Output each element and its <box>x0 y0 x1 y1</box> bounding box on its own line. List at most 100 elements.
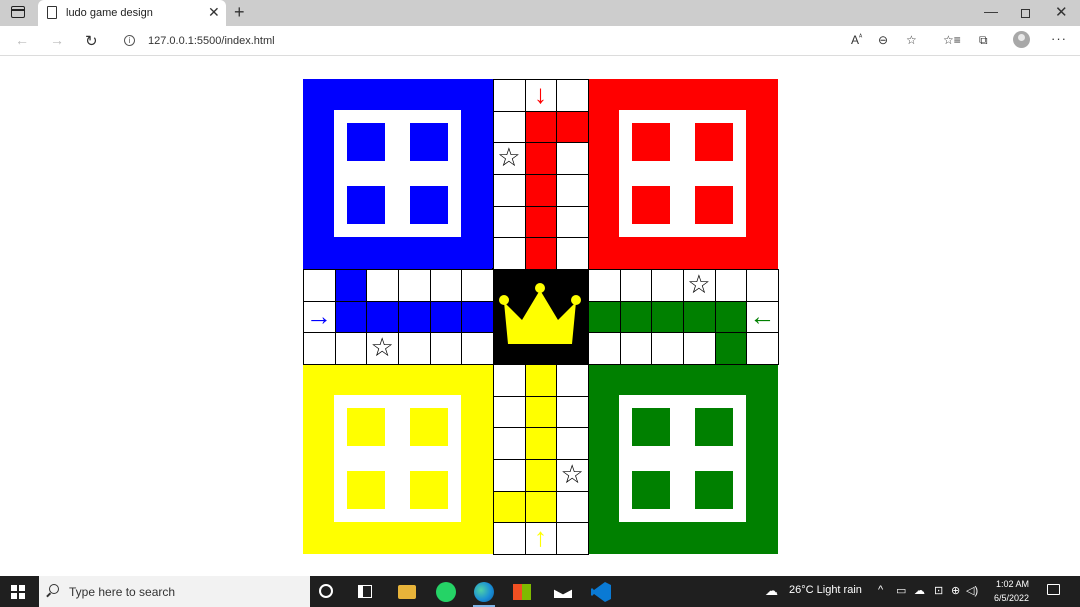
board-cell[interactable] <box>651 300 685 334</box>
red-token[interactable] <box>695 123 733 161</box>
board-cell[interactable] <box>493 110 526 144</box>
board-cell[interactable] <box>524 205 558 239</box>
clock-time[interactable]: 1:02 AM <box>996 579 1029 589</box>
blue-token[interactable] <box>410 123 448 161</box>
board-cell[interactable] <box>714 269 748 302</box>
board-cell[interactable] <box>429 300 463 334</box>
battery-icon[interactable]: ▭ <box>896 584 906 597</box>
cortana-icon[interactable] <box>319 584 333 598</box>
board-cell[interactable] <box>524 237 558 270</box>
board-cell[interactable] <box>714 332 748 366</box>
board-cell[interactable] <box>493 237 526 270</box>
board-cell[interactable] <box>493 174 526 207</box>
mail-icon[interactable] <box>554 586 572 598</box>
close-icon[interactable]: ✕ <box>208 4 220 21</box>
edge-icon[interactable] <box>474 582 494 602</box>
whatsapp-icon[interactable] <box>436 582 456 602</box>
blue-token[interactable] <box>347 123 385 161</box>
board-cell[interactable] <box>651 269 685 302</box>
board-cell[interactable] <box>493 522 526 556</box>
more-icon[interactable]: ··· <box>1051 31 1067 46</box>
board-cell[interactable] <box>524 110 558 144</box>
board-cell[interactable] <box>556 142 590 175</box>
red-token[interactable] <box>632 186 670 224</box>
board-cell[interactable] <box>556 237 590 270</box>
yellow-token[interactable] <box>410 408 448 446</box>
board-cell[interactable] <box>524 395 558 429</box>
board-cell[interactable] <box>461 269 494 302</box>
board-cell[interactable] <box>524 174 558 207</box>
clock-date[interactable]: 6/5/2022 <box>994 593 1029 603</box>
profile-icon[interactable] <box>1013 31 1030 48</box>
task-view-icon[interactable] <box>358 585 372 598</box>
board-cell[interactable] <box>429 269 463 302</box>
board-cell[interactable] <box>493 459 526 492</box>
yellow-token[interactable] <box>410 471 448 509</box>
board-cell[interactable] <box>493 427 526 461</box>
onedrive-icon[interactable]: ☁ <box>914 584 925 597</box>
weather-text[interactable]: 26°C Light rain <box>789 584 862 596</box>
board-cell[interactable] <box>493 490 526 524</box>
board-cell[interactable] <box>524 142 558 175</box>
board-cell[interactable] <box>334 269 368 302</box>
browser-tab[interactable]: ludo game design ✕ <box>38 0 226 26</box>
forward-icon[interactable]: → <box>50 32 64 48</box>
window-close-icon[interactable]: ✕ <box>1055 3 1068 21</box>
back-icon[interactable]: ← <box>15 32 29 48</box>
read-aloud-icon[interactable]: Aᴬ <box>851 33 862 47</box>
yellow-token[interactable] <box>347 471 385 509</box>
board-cell[interactable] <box>493 79 526 112</box>
board-cell[interactable] <box>493 205 526 239</box>
board-cell[interactable] <box>588 332 621 366</box>
board-cell[interactable] <box>398 300 431 334</box>
search-box[interactable]: Type here to search <box>39 576 310 607</box>
blue-token[interactable] <box>410 186 448 224</box>
board-cell[interactable] <box>619 269 653 302</box>
blue-token[interactable] <box>347 186 385 224</box>
green-token[interactable] <box>632 471 670 509</box>
board-cell[interactable] <box>366 269 399 302</box>
tray-chevron-icon[interactable]: ^ <box>878 584 883 596</box>
board-cell[interactable] <box>556 205 590 239</box>
board-cell[interactable] <box>619 332 653 366</box>
board-cell[interactable] <box>746 332 780 366</box>
board-cell[interactable] <box>556 364 590 397</box>
board-cell[interactable] <box>398 332 431 366</box>
file-explorer-icon[interactable] <box>398 585 416 599</box>
board-cell[interactable] <box>524 490 558 524</box>
board-cell[interactable] <box>524 459 558 492</box>
board-cell[interactable] <box>429 332 463 366</box>
minimize-icon[interactable]: — <box>984 3 998 19</box>
board-cell[interactable] <box>619 300 653 334</box>
board-cell[interactable] <box>588 269 621 302</box>
board-cell[interactable] <box>493 364 526 397</box>
board-cell[interactable] <box>398 269 431 302</box>
store-icon[interactable] <box>513 584 531 600</box>
board-cell[interactable] <box>556 79 590 112</box>
info-icon[interactable]: i <box>124 35 135 46</box>
plus-icon[interactable]: + <box>234 2 245 23</box>
board-cell[interactable] <box>461 332 494 366</box>
board-cell[interactable] <box>556 522 590 556</box>
board-cell[interactable] <box>493 395 526 429</box>
green-token[interactable] <box>632 408 670 446</box>
board-cell[interactable] <box>588 300 621 334</box>
red-token[interactable] <box>632 123 670 161</box>
board-cell[interactable] <box>746 269 780 302</box>
board-cell[interactable] <box>334 332 368 366</box>
language-icon[interactable]: ⊕ <box>951 584 960 597</box>
yellow-token[interactable] <box>347 408 385 446</box>
zoom-icon[interactable]: ⊖ <box>878 33 888 47</box>
board-cell[interactable] <box>683 332 716 366</box>
board-cell[interactable] <box>651 332 685 366</box>
board-cell[interactable] <box>683 300 716 334</box>
network-icon[interactable]: ⊡ <box>934 584 943 597</box>
collections-icon[interactable]: ⧉ <box>979 33 988 48</box>
maximize-icon[interactable] <box>1021 9 1030 18</box>
board-cell[interactable] <box>461 300 494 334</box>
board-cell[interactable] <box>556 395 590 429</box>
board-cell[interactable] <box>556 427 590 461</box>
board-cell[interactable] <box>303 269 336 302</box>
board-cell[interactable] <box>524 364 558 397</box>
board-cell[interactable] <box>524 427 558 461</box>
